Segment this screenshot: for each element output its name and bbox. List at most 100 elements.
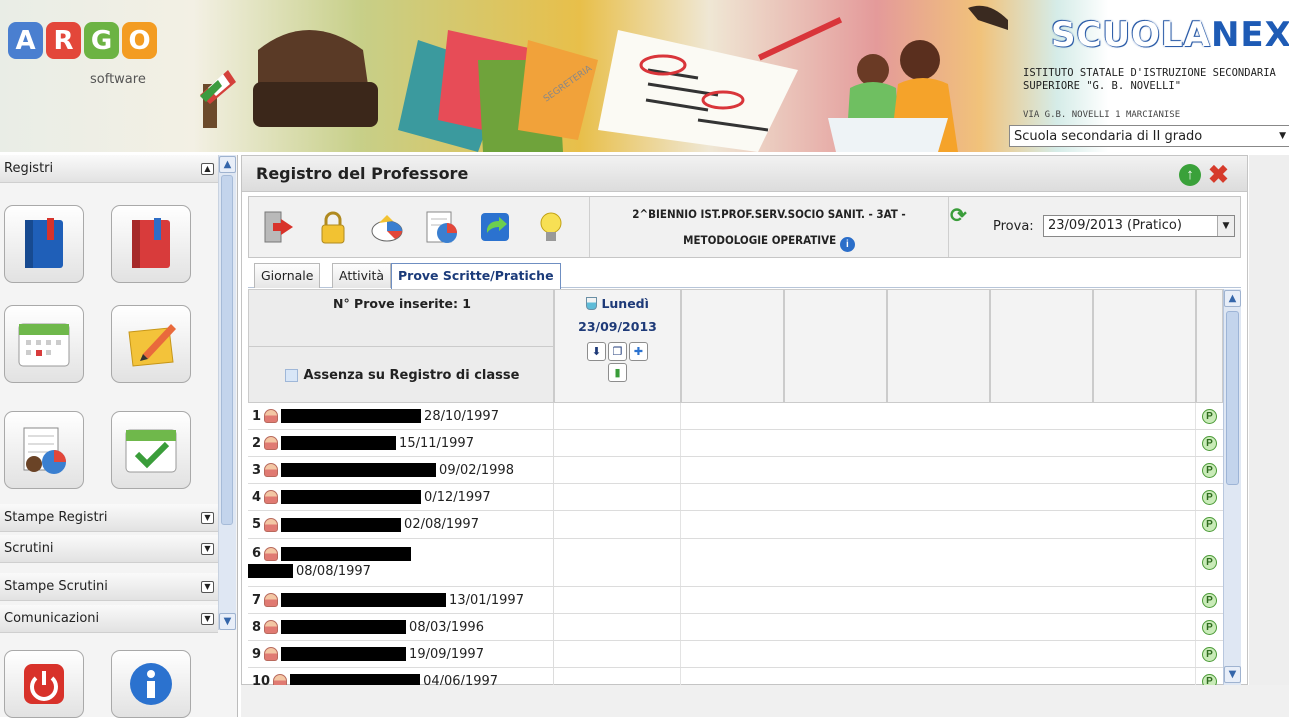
expand-icon[interactable]: ▼ bbox=[201, 612, 214, 625]
scrollbar-thumb[interactable] bbox=[1226, 311, 1239, 485]
tab-giornale[interactable]: Giornale bbox=[254, 263, 321, 288]
grade-cell[interactable] bbox=[554, 430, 681, 456]
table-row[interactable]: 7 13/01/1997 P bbox=[248, 587, 1223, 614]
presence-badge[interactable]: P bbox=[1202, 646, 1217, 662]
presence-badge[interactable]: P bbox=[1202, 489, 1217, 505]
prove-count: N° Prove inserite: 1 bbox=[332, 296, 471, 311]
registro-classe-button[interactable] bbox=[4, 205, 84, 283]
expand-icon[interactable]: ▼ bbox=[201, 580, 214, 593]
copy-icon[interactable]: ❐ bbox=[608, 342, 627, 361]
table-row[interactable]: 5 02/08/1997 P bbox=[248, 511, 1223, 539]
close-icon[interactable]: ✖ bbox=[1208, 160, 1229, 190]
grade-cell[interactable] bbox=[554, 511, 681, 538]
pie-chart-button[interactable] bbox=[365, 205, 409, 249]
calendar-check-icon bbox=[125, 429, 177, 473]
grades-button[interactable] bbox=[4, 411, 84, 489]
presence-badge[interactable]: P bbox=[1202, 435, 1217, 451]
grid-scrollbar[interactable]: ▲ ▼ bbox=[1223, 289, 1241, 685]
report-button[interactable] bbox=[419, 205, 463, 249]
presence-badge[interactable]: P bbox=[1202, 673, 1217, 685]
table-row[interactable]: 10 04/06/1997 P bbox=[248, 668, 1223, 685]
hint-button[interactable] bbox=[529, 205, 573, 249]
lock-button[interactable] bbox=[311, 205, 355, 249]
grade-cell[interactable] bbox=[554, 484, 681, 510]
exit-button[interactable] bbox=[257, 205, 301, 249]
sidebar-section-label: Stampe Registri bbox=[4, 510, 108, 525]
presence-badge[interactable]: P bbox=[1202, 462, 1217, 478]
scroll-down-icon[interactable]: ▼ bbox=[219, 613, 236, 630]
presence-badge[interactable]: P bbox=[1202, 517, 1217, 532]
table-row[interactable]: 1 28/10/1997 P bbox=[248, 403, 1223, 430]
calendar-button[interactable] bbox=[4, 305, 84, 383]
student-number: 8 bbox=[252, 619, 262, 635]
assenza-checkbox-row[interactable]: Assenza su Registro di classe bbox=[249, 346, 555, 404]
info-icon[interactable]: i bbox=[839, 237, 855, 252]
table-row[interactable]: 8 08/03/1996 P bbox=[248, 614, 1223, 641]
registro-panel: Registro del Professore ↑ ✖ 2^BIENNIO IS… bbox=[241, 155, 1248, 685]
prova-select-value: 23/09/2013 (Pratico) bbox=[1048, 218, 1182, 233]
presence-badge[interactable]: P bbox=[1202, 555, 1217, 570]
grade-cell[interactable] bbox=[554, 668, 681, 685]
table-row[interactable]: 2 15/11/1997 P bbox=[248, 430, 1223, 457]
tab-attivita[interactable]: Attività bbox=[332, 263, 392, 288]
student-cell: 3 09/02/1998 bbox=[248, 457, 554, 483]
prova-date-column[interactable]: Lunedì 23/09/2013 ⬇ ❐ ✚ ▮ bbox=[554, 289, 681, 403]
student-list: 1 28/10/1997 P 2 15/11/1997 P 3 09/02/1998 … bbox=[248, 403, 1223, 685]
sidebar-scrollbar[interactable]: ▲ ▼ bbox=[218, 155, 236, 630]
sidebar-section-stampe-scrutini[interactable]: Stampe Scrutini ▼ bbox=[0, 573, 218, 601]
sidebar-section-comunicazioni[interactable]: Comunicazioni ▼ bbox=[0, 605, 218, 633]
bar-chart-icon[interactable]: ▮ bbox=[608, 363, 627, 382]
table-row[interactable]: 9 19/09/1997 P bbox=[248, 641, 1223, 668]
sidebar-section-scrutini[interactable]: Scrutini ▼ bbox=[0, 535, 218, 563]
assenza-checkbox[interactable] bbox=[284, 369, 298, 382]
grade-cell[interactable] bbox=[554, 614, 681, 640]
grid-empty-column bbox=[990, 289, 1093, 403]
expand-icon[interactable]: ▼ bbox=[201, 542, 214, 555]
grid-empty-column bbox=[1196, 289, 1223, 403]
export-button[interactable] bbox=[473, 205, 517, 249]
student-cell: 5 02/08/1997 bbox=[248, 511, 554, 538]
collapse-icon[interactable]: ▲ bbox=[201, 162, 214, 175]
scroll-up-icon[interactable]: ▲ bbox=[1224, 290, 1241, 307]
student-cell: 6 08/08/1997 bbox=[248, 539, 554, 586]
sidebar-section-registri[interactable]: Registri ▲ bbox=[0, 155, 218, 183]
attendance-button[interactable] bbox=[111, 411, 191, 489]
logout-button[interactable] bbox=[4, 650, 84, 718]
registro-professore-button[interactable] bbox=[111, 205, 191, 283]
redacted-name bbox=[248, 564, 293, 578]
scrollbar-thumb[interactable] bbox=[221, 175, 233, 525]
grade-cell[interactable] bbox=[554, 587, 681, 613]
prova-day-row: Lunedì bbox=[555, 296, 680, 311]
toolbar: 2^BIENNIO IST.PROF.SERV.SOCIO SANIT. - 3… bbox=[248, 196, 1241, 258]
presence-badge[interactable]: P bbox=[1202, 408, 1217, 424]
exit-door-icon bbox=[264, 211, 293, 243]
grade-cell[interactable] bbox=[554, 539, 681, 586]
sidebar-section-stampe-registri[interactable]: Stampe Registri ▼ bbox=[0, 504, 218, 532]
scroll-down-icon[interactable]: ▼ bbox=[1224, 666, 1241, 683]
table-row[interactable]: 6 08/08/1997 P bbox=[248, 539, 1223, 587]
refresh-icon[interactable]: ⟳ bbox=[950, 203, 967, 228]
subject-name: METODOLOGIE OPERATIVE bbox=[683, 233, 837, 247]
grade-cell[interactable] bbox=[554, 403, 681, 429]
presence-badge[interactable]: P bbox=[1202, 619, 1217, 635]
expand-icon[interactable]: ✚ bbox=[629, 342, 648, 361]
tab-prove-scritte-pratiche[interactable]: Prove Scritte/Pratiche bbox=[391, 263, 561, 289]
grade-cell[interactable] bbox=[554, 641, 681, 667]
school-panel: SCUOLANEXT ISTITUTO STATALE D'ISTRUZIONE… bbox=[1007, 5, 1289, 152]
notes-button[interactable] bbox=[111, 305, 191, 383]
arrow-up-icon[interactable]: ↑ bbox=[1179, 164, 1201, 186]
info-button[interactable] bbox=[111, 650, 191, 718]
grade-cell[interactable] bbox=[554, 457, 681, 483]
chevron-down-icon[interactable]: ▼ bbox=[1217, 216, 1234, 236]
school-address: VIA G.B. NOVELLI 1 MARCIANISE bbox=[1023, 110, 1181, 118]
school-type-select[interactable]: Scuola secondaria di II grado ▼ bbox=[1009, 125, 1289, 147]
prova-select[interactable]: 23/09/2013 (Pratico) ▼ bbox=[1043, 215, 1235, 237]
sidebar-section-label: Scrutini bbox=[4, 541, 54, 556]
scroll-up-icon[interactable]: ▲ bbox=[219, 156, 236, 173]
presence-badge[interactable]: P bbox=[1202, 592, 1217, 608]
expand-icon[interactable]: ▼ bbox=[201, 511, 214, 524]
table-row[interactable]: 4 0/12/1997 P bbox=[248, 484, 1223, 511]
download-icon[interactable]: ⬇ bbox=[587, 342, 606, 361]
table-row[interactable]: 3 09/02/1998 P bbox=[248, 457, 1223, 484]
panel-title: Registro del Professore bbox=[242, 156, 1247, 192]
